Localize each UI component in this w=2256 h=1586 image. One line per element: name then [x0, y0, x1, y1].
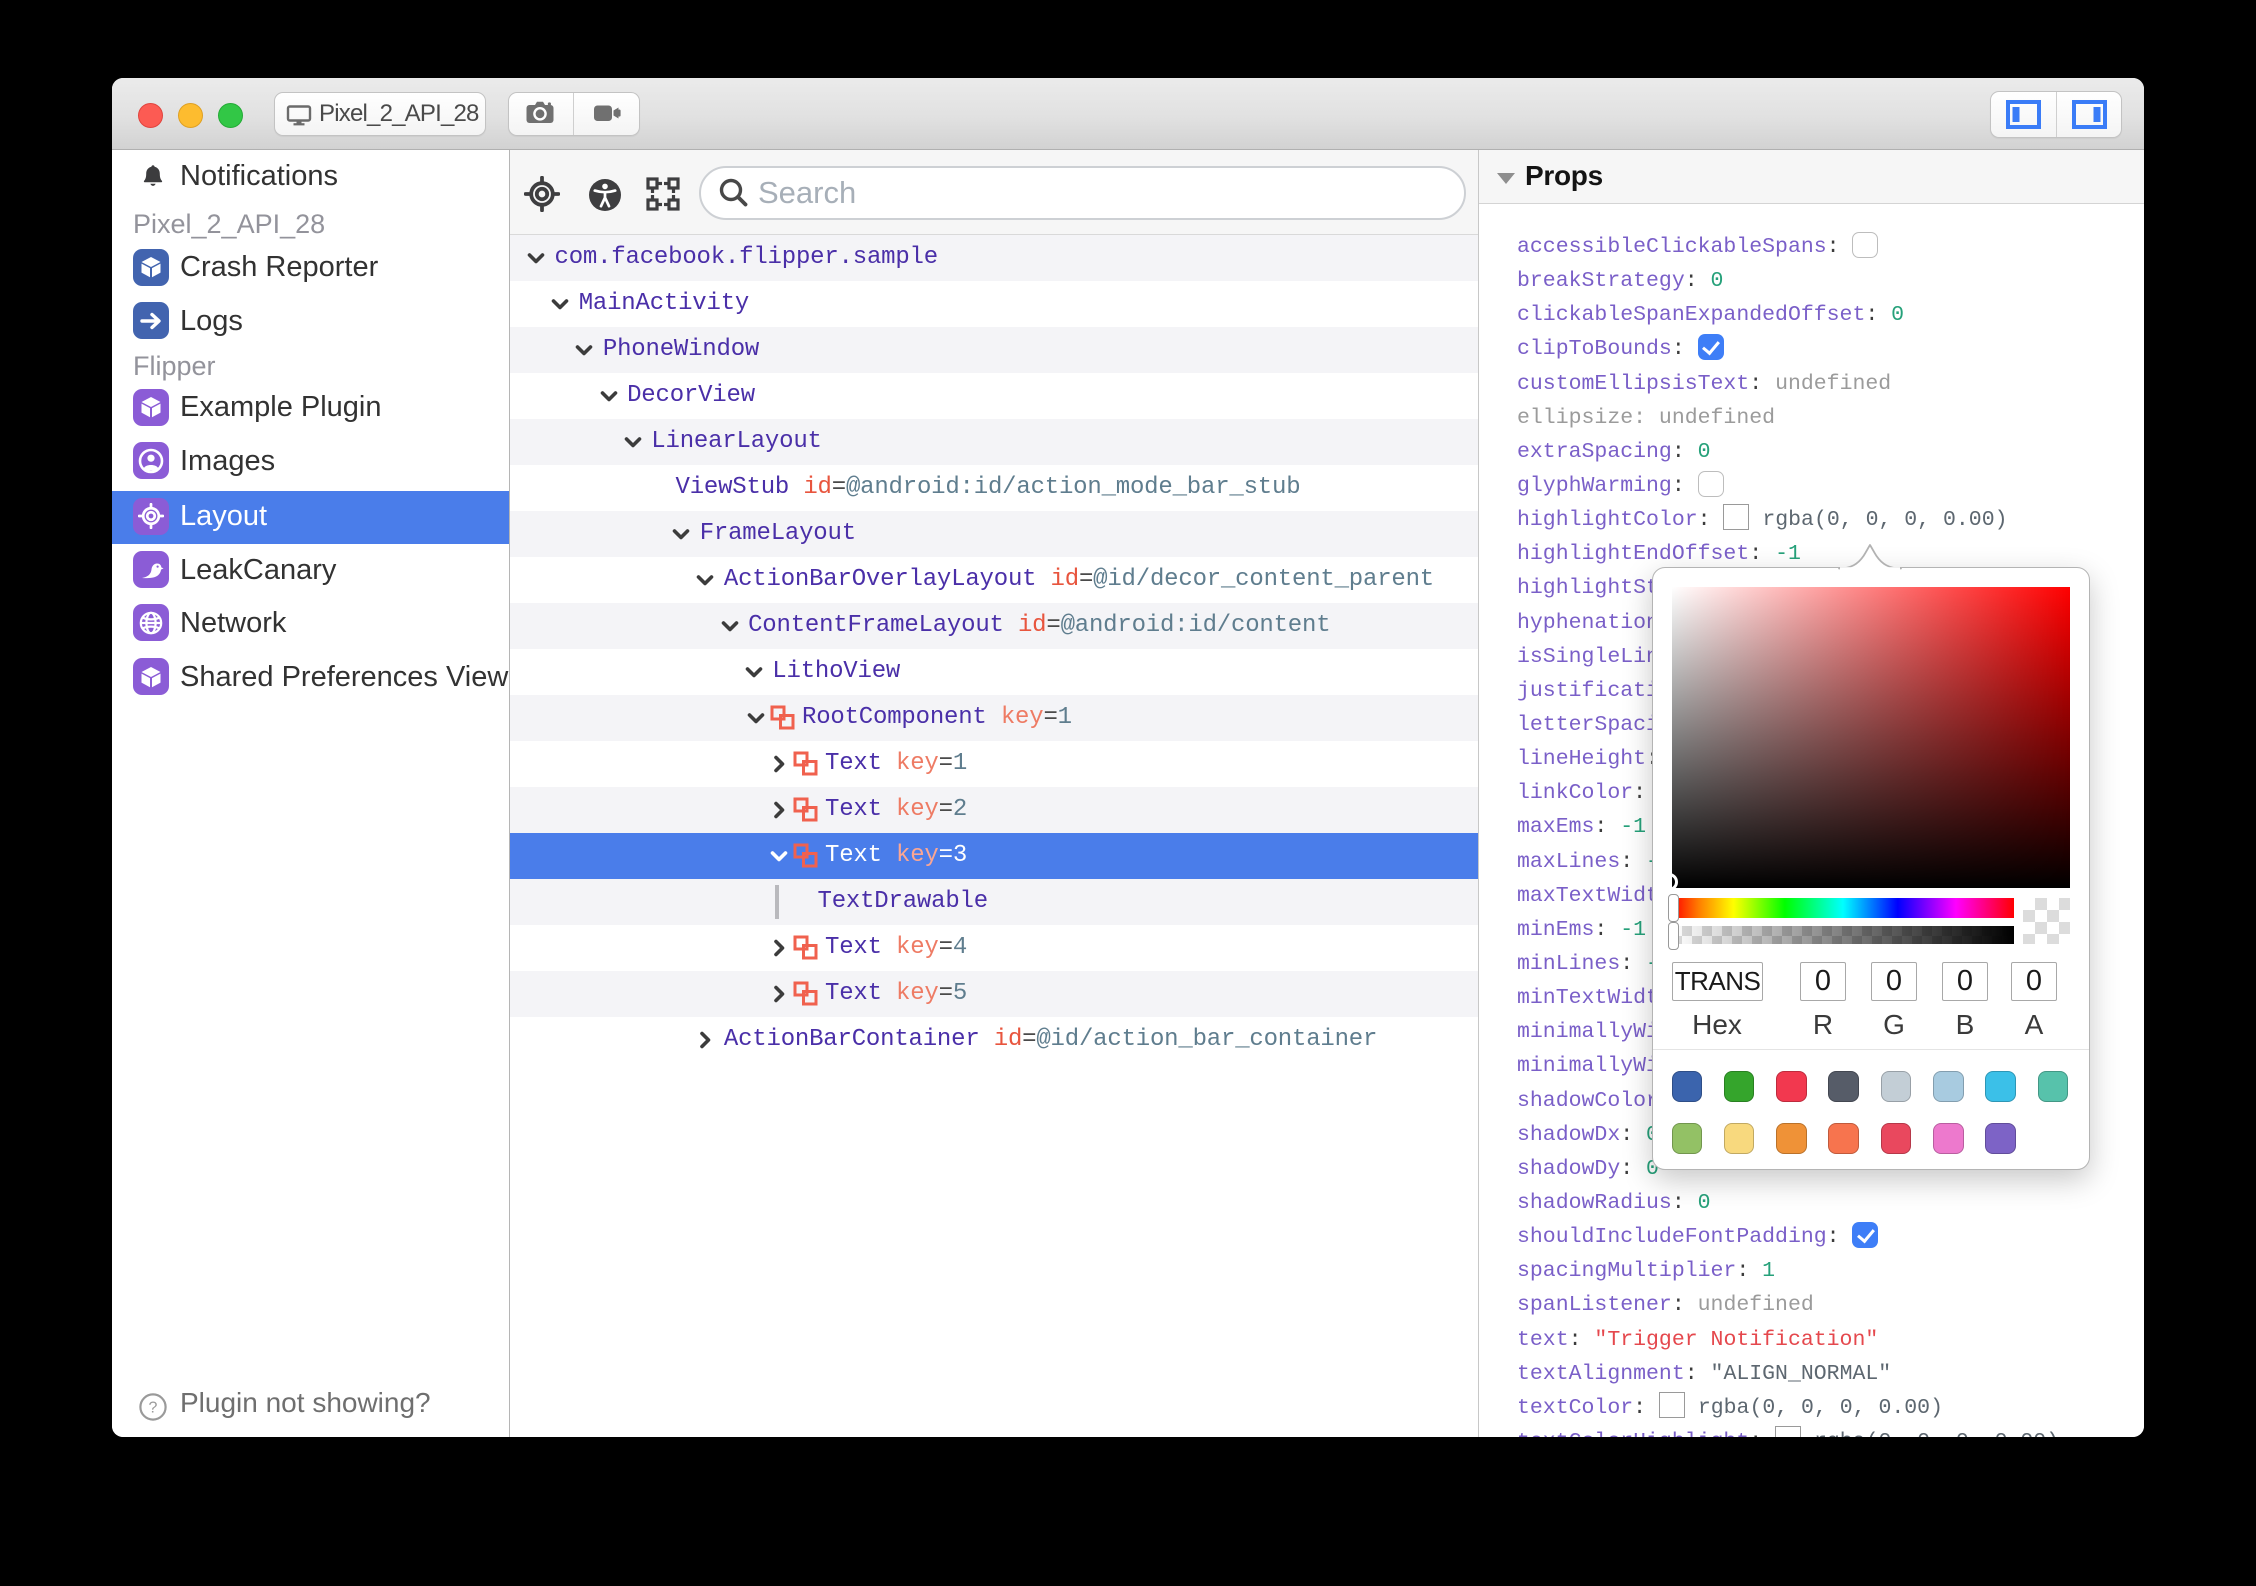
svg-text:?: ?: [149, 1400, 158, 1417]
